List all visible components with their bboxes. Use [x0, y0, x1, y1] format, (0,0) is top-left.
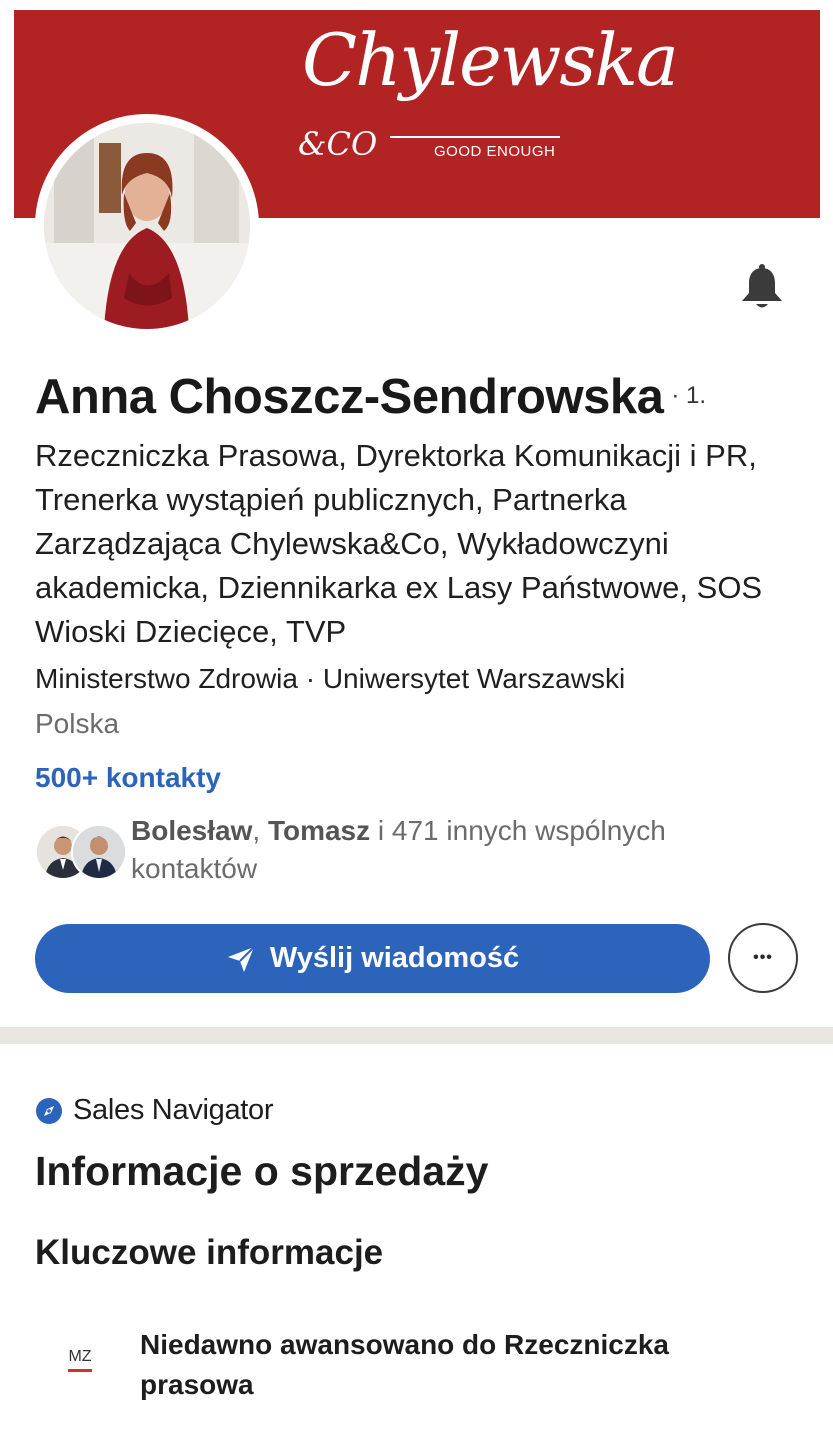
- send-message-label: Wyślij wiadomość: [269, 942, 520, 974]
- bell-icon[interactable]: [736, 262, 788, 314]
- mutual-name-1: Bolesław: [131, 815, 253, 846]
- brand-co: &CO: [298, 125, 378, 163]
- connections-link[interactable]: 500+ kontakty: [35, 759, 221, 797]
- key-info-title: Kluczowe informacje: [35, 1233, 384, 1272]
- compass-icon: [36, 1097, 62, 1124]
- profile-organizations[interactable]: Ministerstwo Zdrowia · Uniwersytet Warsz…: [35, 660, 805, 698]
- mutual-separator: ,: [252, 815, 268, 846]
- brand-script: Chylewska: [302, 18, 679, 102]
- key-insight-text: Niedawno awansowano do Rzeczniczka praso…: [140, 1329, 670, 1400]
- brand-underline: [390, 136, 560, 138]
- brand-tagline: GOOD ENOUGH: [434, 143, 556, 160]
- profile-avatar[interactable]: [35, 114, 259, 338]
- profile-headline: Rzeczniczka Prasowa, Dyrektorka Komunika…: [35, 438, 763, 649]
- profile-location: Polska: [35, 708, 120, 739]
- mutual-name-2: Tomasz: [267, 815, 371, 846]
- mutual-connections-text[interactable]: Bolesław, Tomasz i 471 innych wspólnych …: [131, 812, 781, 888]
- more-options-label: •••: [753, 949, 773, 966]
- avatar-photo: [44, 123, 250, 329]
- company-logo-bar: [68, 1369, 92, 1372]
- sales-navigator-header[interactable]: Sales Navigator: [35, 1094, 274, 1127]
- sales-navigator-label: Sales Navigator: [73, 1094, 274, 1126]
- send-icon: [227, 945, 255, 972]
- profile-name: Anna Choszcz-Sendrowska: [35, 370, 664, 424]
- mutual-avatar: [71, 824, 127, 880]
- mutual-connections-avatars[interactable]: [35, 824, 127, 880]
- send-message-button[interactable]: Wyślij wiadomość: [35, 924, 710, 993]
- profile-name-row: Anna Choszcz-Sendrowska · 1.: [35, 366, 706, 428]
- company-logo-text: MZ: [68, 1348, 92, 1365]
- section-title: Informacje o sprzedaży: [35, 1148, 489, 1194]
- section-divider: [0, 1027, 833, 1044]
- more-options-button[interactable]: •••: [728, 923, 798, 993]
- brand-logo: Chylewska &CO GOOD ENOUGH: [284, 24, 679, 174]
- company-logo: MZ: [60, 1348, 100, 1384]
- connection-degree: · 1.: [671, 382, 707, 409]
